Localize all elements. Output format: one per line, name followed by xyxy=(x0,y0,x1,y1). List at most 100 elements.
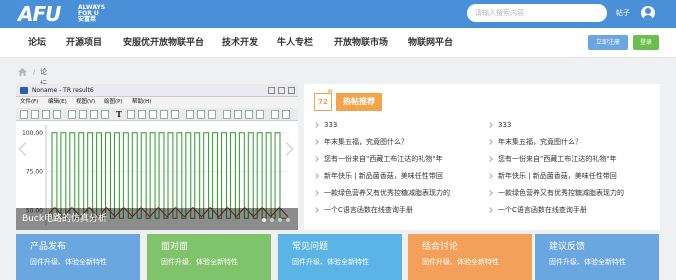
login-button[interactable]: 登录 xyxy=(633,35,659,50)
logo-tagline-cn: 安富莱 xyxy=(78,16,97,23)
slideshow-caption-bar: Buck电路的仿真分析 xyxy=(16,208,298,230)
sim-menu-view: 视图(V) xyxy=(76,99,96,105)
hot-post-link[interactable]: 年末集五福，究竟图什么？ xyxy=(314,137,408,147)
breadcrumb-separator: / xyxy=(33,68,36,76)
hot-post-title: 新年快乐 | 新品菌香菇，美味任性带回 xyxy=(498,172,617,180)
category-tile-subtitle: 固件升级、体验全新特性 xyxy=(30,258,107,266)
hot-post-title: 年末集五福，究竟图什么？ xyxy=(498,138,582,146)
slideshow-next-button[interactable] xyxy=(279,139,296,163)
bullet-icon xyxy=(488,207,492,213)
hot-post-title: 333 xyxy=(498,121,512,129)
nav-item-forum[interactable]: 论坛 xyxy=(28,37,46,49)
hot-post-link[interactable]: 一个C语言函数在线查询手册 xyxy=(488,205,587,215)
hot-posts-title: 热帖推荐 xyxy=(336,93,382,111)
tool-wave-icon xyxy=(223,110,231,119)
tool-grid-icon xyxy=(186,110,194,119)
nav-item-iot-market[interactable]: 开放物联市场 xyxy=(334,37,388,49)
nav-item-iot-cloud[interactable]: 物联网平台 xyxy=(408,37,453,49)
hot-post-title: 一款绿色营养又有优秀控糖减脂表现力的 xyxy=(324,189,450,197)
tool-zoom-out-icon xyxy=(90,110,98,119)
tool-open-icon xyxy=(20,110,28,119)
hot-post-link[interactable]: 一款绿色营养又有优秀控糖减脂表现力的 xyxy=(488,188,624,198)
search-type-button[interactable]: 帖子 xyxy=(611,4,635,22)
hot-post-link[interactable]: 您有一份来自"西藏工布江达的礼物"年 xyxy=(314,154,442,164)
slideshow-dot[interactable] xyxy=(262,218,266,222)
bullet-icon xyxy=(314,190,318,196)
slideshow-dots xyxy=(262,218,294,222)
bullet-icon xyxy=(314,173,318,179)
slideshow-dot[interactable] xyxy=(286,218,290,222)
nav-item-tech-dev[interactable]: 技术开发 xyxy=(222,37,258,49)
category-tile-subtitle: 固件升级、体验全新特性 xyxy=(422,258,499,266)
chevron-left-icon xyxy=(17,141,33,157)
hot-post-link[interactable]: 年末集五福，究竟图什么？ xyxy=(488,137,582,147)
hot-post-link[interactable]: 您有一份来自"西藏工布江达的礼物"年 xyxy=(488,154,616,164)
slideshow-caption[interactable]: Buck电路的仿真分析 xyxy=(22,213,107,225)
user-avatar-icon[interactable] xyxy=(641,6,655,20)
bullet-icon xyxy=(314,139,318,145)
slideshow-prev-button[interactable] xyxy=(17,139,33,163)
sim-menubar: 文件(F) 编辑(E) 视图(V) 绘图(P) 帮助(H) xyxy=(16,97,298,108)
category-tile[interactable]: 产品发布 固件升级、体验全新特性 xyxy=(16,234,140,280)
nav-item-iot-platform[interactable]: 安服优开放物联平台 xyxy=(123,37,204,49)
bullet-icon xyxy=(488,156,492,162)
home-icon[interactable] xyxy=(18,68,27,76)
bullet-icon xyxy=(488,139,492,145)
hot-post-title: 您有一份来自"西藏工布江达的礼物"年 xyxy=(498,155,617,163)
hot-post-title: 一款绿色营养又有优秀控糖减脂表现力的 xyxy=(498,189,624,197)
nav-item-experts[interactable]: 牛人专栏 xyxy=(277,37,313,49)
hot-posts-panel: 72 H 热帖推荐 333 年末集五福，究竟图什么？ 您有一份来自"西藏工布江达的礼… xyxy=(304,84,660,230)
bullet-icon xyxy=(314,207,318,213)
tool-nav-left-icon xyxy=(271,110,279,119)
category-tile-title: 常见问题 xyxy=(292,242,329,252)
search-input[interactable] xyxy=(467,4,607,22)
hot-post-title: 新年快乐 | 新品菌香菇，美味任性带回 xyxy=(324,172,443,180)
hot-post-link[interactable]: 新年快乐 | 新品菌香菇，美味任性带回 xyxy=(488,171,617,181)
category-tile-title: 建议反馈 xyxy=(549,242,586,252)
hot-badge: 72 xyxy=(314,93,332,111)
close-icon xyxy=(288,87,295,94)
tool-print-icon xyxy=(42,110,50,119)
main-nav: 论坛 开源项目 安服优开放物联平台 技术开发 牛人专栏 开放物联市场 物联网平台… xyxy=(0,28,676,58)
sim-toolbar: T xyxy=(16,108,298,121)
register-button[interactable]: 立即注册 xyxy=(588,35,628,50)
hot-post-title: 一个C语言函数在线查询手册 xyxy=(498,206,587,214)
y-tick-label: 100.00 xyxy=(22,130,43,137)
hot-post-link[interactable]: 新年快乐 | 新品菌香菇，美味任性带回 xyxy=(314,171,443,181)
category-tile[interactable]: 建议反馈固件升级、体验全新特性 xyxy=(535,234,659,280)
hot-post-link[interactable]: 一个C语言函数在线查询手册 xyxy=(314,205,413,215)
category-tile[interactable]: 结合讨论固件升级、体验全新特性 xyxy=(408,234,532,280)
tool-label-icon xyxy=(197,110,205,119)
tool-legend-icon xyxy=(208,110,216,119)
chevron-right-icon xyxy=(279,141,295,157)
featured-slideshow[interactable]: Noname - TR result6 文件(F) 编辑(E) 视图(V) 绘图… xyxy=(16,84,298,230)
hot-post-title: 333 xyxy=(324,121,338,129)
app-icon xyxy=(20,87,28,94)
sim-menu-plot: 绘图(P) xyxy=(104,99,123,105)
nav-item-open-source[interactable]: 开源项目 xyxy=(66,37,102,49)
bullet-icon xyxy=(488,190,492,196)
hot-post-link[interactable]: 333 xyxy=(488,120,511,130)
hot-post-title: 您有一份来自"西藏工布江达的礼物"年 xyxy=(324,155,443,163)
minimize-icon xyxy=(268,87,275,94)
tool-export-icon xyxy=(256,110,264,119)
category-tile[interactable]: 常见问题 固件升级、体验全新特性 xyxy=(278,234,402,280)
category-tile[interactable]: 面对面 固件升级、体验全新特性 xyxy=(147,234,271,280)
category-tile-title: 结合讨论 xyxy=(422,242,459,252)
hot-post-link[interactable]: 一款绿色营养又有优秀控糖减脂表现力的 xyxy=(314,188,450,198)
slideshow-dot[interactable] xyxy=(278,218,282,222)
logo-tagline: ALWAYS FOR U 安富莱 xyxy=(78,5,118,23)
bullet-icon xyxy=(488,122,492,128)
maximize-icon xyxy=(278,87,285,94)
tool-fft-icon xyxy=(234,110,242,119)
tool-measure-icon xyxy=(149,110,157,119)
hot-post-link[interactable]: 333 xyxy=(314,120,337,130)
logo-mark: AFU xyxy=(18,2,61,26)
category-tile-subtitle: 固件升级、体验全新特性 xyxy=(161,258,238,266)
category-tile-subtitle: 固件升级、体验全新特性 xyxy=(549,258,626,266)
tool-nav-right-icon xyxy=(282,110,290,119)
hot-post-title: 年末集五福，究竟图什么？ xyxy=(324,138,408,146)
bullet-icon xyxy=(314,122,318,128)
slideshow-dot[interactable] xyxy=(270,218,274,222)
tool-pan-icon xyxy=(101,110,109,119)
